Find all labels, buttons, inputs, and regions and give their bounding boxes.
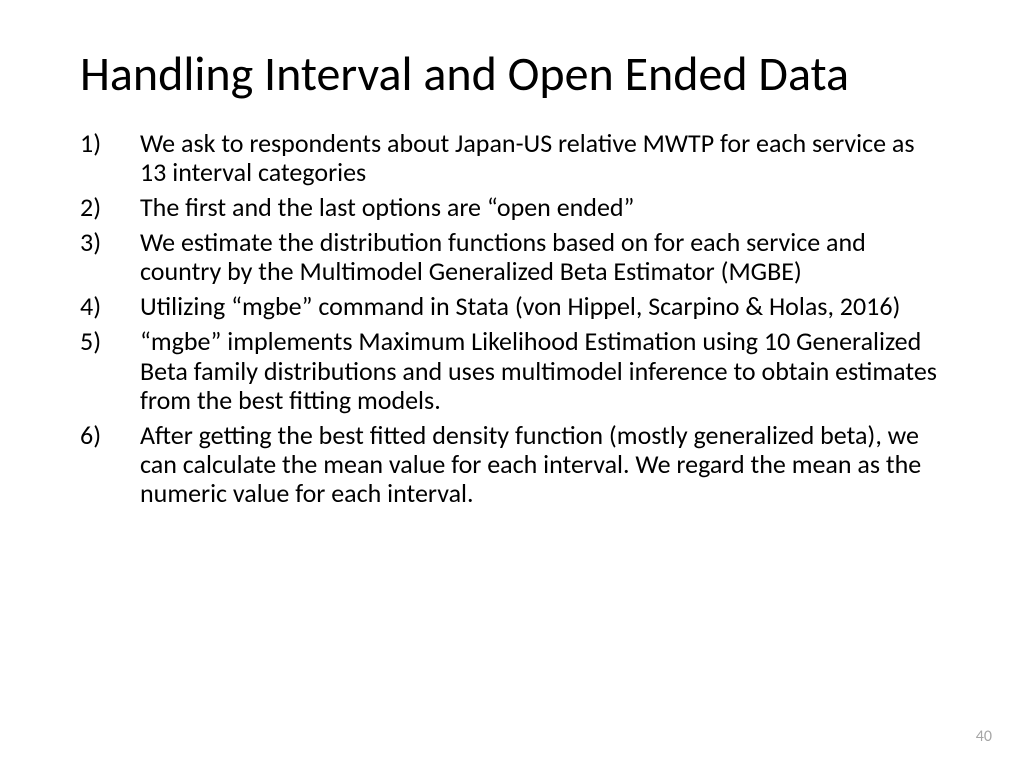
list-item: After getting the best fitted density fu… bbox=[80, 421, 944, 508]
list-item: “mgbe” implements Maximum Likelihood Est… bbox=[80, 327, 944, 414]
bullet-list: We ask to respondents about Japan-US rel… bbox=[80, 129, 944, 508]
list-item: Utilizing “mgbe” command in Stata (von H… bbox=[80, 292, 944, 321]
list-item: The first and the last options are “open… bbox=[80, 193, 944, 222]
list-item: We ask to respondents about Japan-US rel… bbox=[80, 129, 944, 187]
slide: Handling Interval and Open Ended Data We… bbox=[0, 0, 1024, 768]
list-item: We estimate the distribution functions b… bbox=[80, 228, 944, 286]
slide-title: Handling Interval and Open Ended Data bbox=[80, 48, 944, 101]
page-number: 40 bbox=[976, 727, 992, 746]
